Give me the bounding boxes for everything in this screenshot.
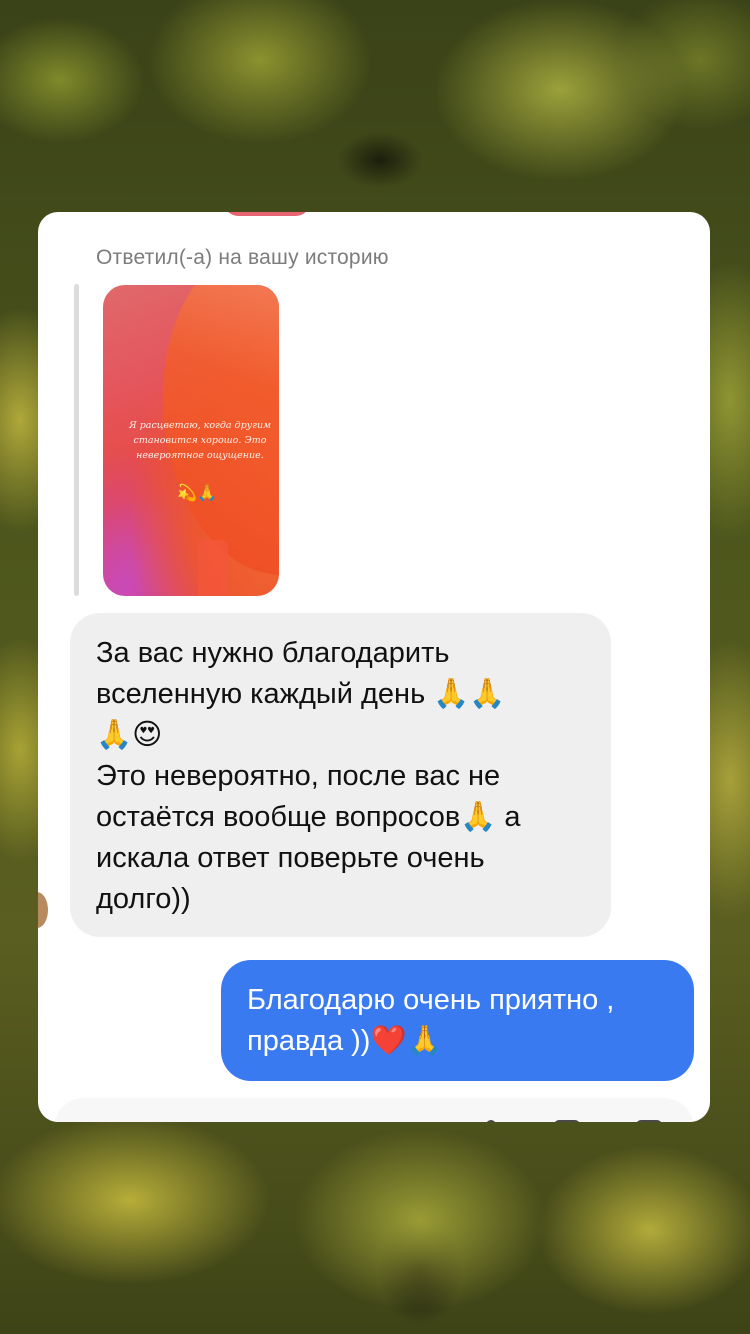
incoming-message[interactable]: За вас нужно благодарить вселенную кажды… bbox=[70, 613, 611, 937]
mic-icon[interactable] bbox=[486, 1120, 496, 1122]
story-reply-label: Ответил(-а) на вашу историю bbox=[96, 246, 389, 269]
story-thumbnail[interactable]: Я расцветаю, когда другим становится хор… bbox=[103, 285, 279, 596]
message-composer[interactable] bbox=[54, 1098, 694, 1122]
chat-screenshot-card: Ответил(-а) на вашу историю Я расцветаю,… bbox=[38, 212, 710, 1122]
gallery-icon[interactable] bbox=[554, 1120, 580, 1122]
story-emoji: 💫🙏 bbox=[177, 483, 217, 502]
outgoing-message[interactable]: Благодарю очень приятно , правда ))❤️🙏 bbox=[221, 960, 694, 1081]
story-caption: Я расцветаю, когда другим становится хор… bbox=[129, 420, 271, 461]
sticker-icon[interactable] bbox=[636, 1120, 662, 1122]
story-stem-shape bbox=[198, 540, 228, 596]
reply-quote-bar bbox=[74, 284, 79, 596]
previous-story-peek bbox=[224, 212, 310, 216]
avatar bbox=[38, 892, 48, 928]
